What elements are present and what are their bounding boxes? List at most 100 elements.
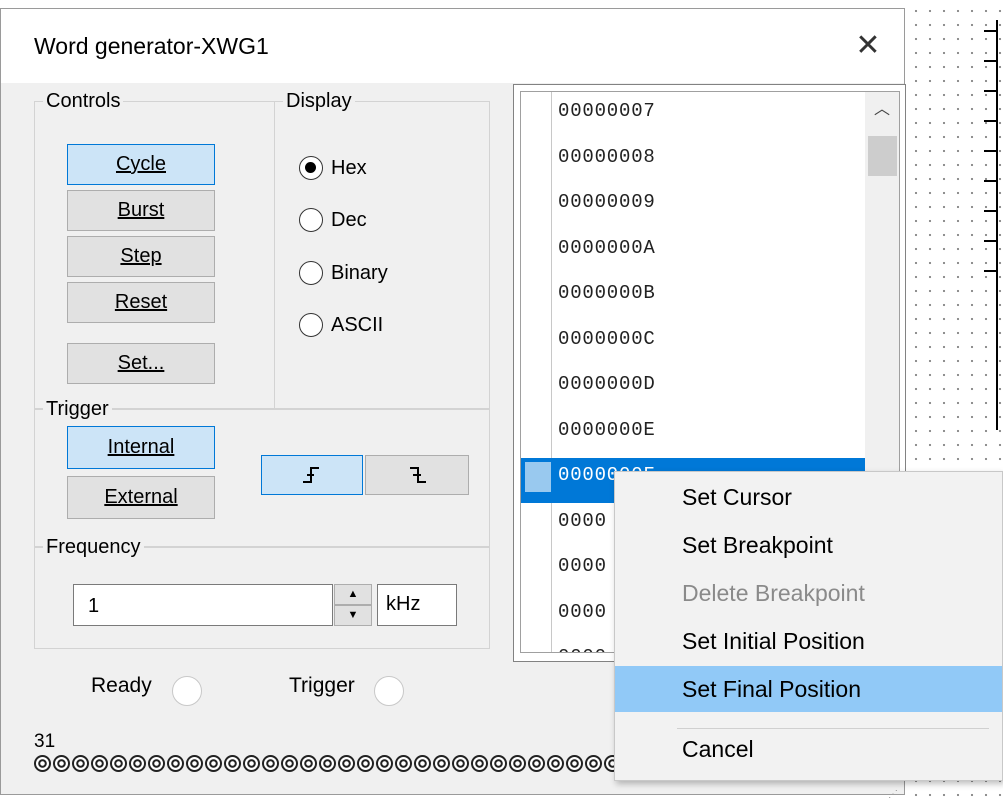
radio-indicator[interactable] bbox=[299, 261, 323, 285]
title-bar[interactable]: Word generator-XWG1 ✕ bbox=[1, 9, 904, 83]
spinner-up-icon[interactable]: ▲ bbox=[334, 584, 372, 605]
word-value: 0000000A bbox=[558, 236, 656, 259]
cycle-button-label: Cycle bbox=[115, 153, 166, 175]
ready-label: Ready bbox=[91, 674, 152, 697]
bit-indicator bbox=[148, 755, 165, 772]
word-value: 00000007 bbox=[558, 100, 656, 122]
menu-item-label: Set Final Position bbox=[682, 676, 861, 702]
radio-label: Hex bbox=[331, 156, 367, 179]
bit-indicator bbox=[167, 755, 184, 772]
bit-indicator bbox=[53, 755, 70, 772]
word-value: 0000 bbox=[558, 555, 607, 577]
set-button-label: Set... bbox=[117, 352, 165, 374]
internal-trigger-label: Internal bbox=[107, 436, 175, 458]
display-dec-radio[interactable]: Dec bbox=[299, 208, 367, 232]
schematic-pin bbox=[984, 180, 998, 182]
list-item[interactable]: 00000007 bbox=[521, 94, 871, 139]
display-ascii-radio[interactable]: ASCII bbox=[299, 313, 383, 337]
bit-indicator bbox=[205, 755, 222, 772]
bit-indicator bbox=[319, 755, 336, 772]
bit-indicator bbox=[395, 755, 412, 772]
radio-label: Binary bbox=[331, 261, 388, 284]
menu-item-set-final-position[interactable]: Set Final Position bbox=[615, 666, 1002, 712]
close-icon[interactable]: ✕ bbox=[847, 27, 889, 67]
rising-edge-icon bbox=[303, 467, 319, 483]
list-item[interactable]: 0000000E bbox=[521, 413, 871, 458]
radio-indicator[interactable] bbox=[299, 208, 323, 232]
bit-indicator bbox=[186, 755, 203, 772]
radio-label: Dec bbox=[331, 208, 367, 231]
list-item[interactable]: 00000008 bbox=[521, 140, 871, 185]
burst-button[interactable]: Burst bbox=[67, 190, 215, 231]
word-value: 0000000E bbox=[558, 418, 656, 441]
bit-indicator bbox=[547, 755, 564, 772]
word-value: 0000 bbox=[558, 509, 607, 532]
list-item[interactable]: 0000000C bbox=[521, 322, 871, 367]
spinner-down-icon[interactable]: ▼ bbox=[334, 605, 372, 626]
bit-indicator bbox=[224, 755, 241, 772]
bit-indicator bbox=[509, 755, 526, 772]
falling-edge-button[interactable] bbox=[365, 455, 469, 495]
bit-indicator bbox=[110, 755, 127, 772]
list-item[interactable]: 00000009 bbox=[521, 185, 871, 230]
menu-item-cancel[interactable]: Cancel bbox=[615, 726, 1002, 772]
set-button[interactable]: Set... bbox=[67, 343, 215, 384]
frequency-spinner[interactable]: ▲ ▼ bbox=[334, 584, 372, 626]
bit-indicator bbox=[585, 755, 602, 772]
word-value: 0000000D bbox=[558, 373, 656, 395]
bit-indicator bbox=[72, 755, 89, 772]
step-button[interactable]: Step bbox=[67, 236, 215, 277]
msb-bit-label: 31 bbox=[34, 731, 56, 752]
schematic-component-edge bbox=[996, 20, 998, 430]
menu-item-label: Cancel bbox=[682, 736, 754, 762]
list-item[interactable]: 0000000A bbox=[521, 231, 871, 276]
internal-trigger-button[interactable]: Internal bbox=[67, 426, 215, 469]
frequency-unit-select[interactable]: kHz bbox=[377, 584, 457, 626]
word-value: 0000000B bbox=[558, 282, 656, 304]
schematic-pin bbox=[984, 90, 998, 92]
reset-button[interactable]: Reset bbox=[67, 282, 215, 323]
word-value: 00000009 bbox=[558, 191, 656, 213]
schematic-pin bbox=[984, 30, 998, 32]
external-trigger-button[interactable]: External bbox=[67, 476, 215, 519]
word-value: 0000 bbox=[558, 600, 607, 623]
cycle-button[interactable]: Cycle bbox=[67, 144, 215, 185]
schematic-pin bbox=[984, 270, 998, 272]
bit-indicator bbox=[433, 755, 450, 772]
bit-indicator bbox=[300, 755, 317, 772]
controls-label: Controls bbox=[43, 90, 124, 112]
display-hex-radio[interactable]: Hex bbox=[299, 156, 367, 180]
list-item[interactable]: 0000000B bbox=[521, 276, 871, 321]
external-trigger-label: External bbox=[104, 486, 178, 508]
menu-item-label: Set Cursor bbox=[682, 484, 792, 510]
menu-item-set-cursor[interactable]: Set Cursor bbox=[615, 474, 1002, 520]
rising-edge-button[interactable] bbox=[261, 455, 363, 495]
bit-indicator bbox=[414, 755, 431, 772]
menu-item-set-initial-position[interactable]: Set Initial Position bbox=[615, 618, 1002, 664]
list-item[interactable]: 0000000D bbox=[521, 367, 871, 412]
scroll-up-icon[interactable]: ︿ bbox=[865, 92, 899, 128]
menu-separator bbox=[677, 728, 989, 729]
resize-grip-icon[interactable]: ⋰ bbox=[888, 789, 902, 801]
bit-indicator bbox=[528, 755, 545, 772]
bit-indicator bbox=[129, 755, 146, 772]
frequency-input[interactable]: 1 bbox=[73, 584, 333, 626]
bit-indicator bbox=[376, 755, 393, 772]
menu-item-delete-breakpoint: Delete Breakpoint bbox=[615, 570, 1002, 616]
radio-indicator[interactable] bbox=[299, 313, 323, 337]
reset-button-label: Reset bbox=[114, 291, 168, 313]
menu-item-set-breakpoint[interactable]: Set Breakpoint bbox=[615, 522, 1002, 568]
falling-edge-icon bbox=[410, 467, 426, 483]
radio-indicator[interactable] bbox=[299, 156, 323, 180]
display-binary-radio[interactable]: Binary bbox=[299, 261, 388, 285]
bit-indicator bbox=[471, 755, 488, 772]
schematic-pin bbox=[984, 240, 998, 242]
burst-button-label: Burst bbox=[117, 199, 165, 221]
trigger-label: Trigger bbox=[43, 398, 112, 420]
bit-indicator bbox=[566, 755, 583, 772]
schematic-pin bbox=[984, 150, 998, 152]
scroll-thumb[interactable] bbox=[868, 136, 897, 176]
window-title: Word generator-XWG1 bbox=[34, 33, 269, 59]
schematic-pin bbox=[984, 120, 998, 122]
bit-indicator bbox=[262, 755, 279, 772]
